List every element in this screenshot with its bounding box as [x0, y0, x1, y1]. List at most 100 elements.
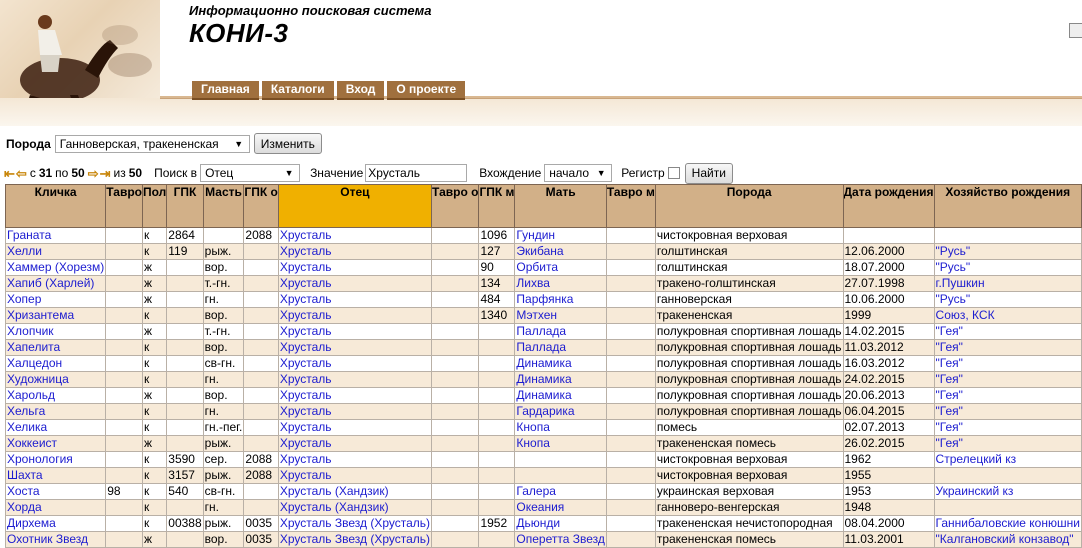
table-link[interactable]: Художница: [7, 373, 69, 387]
find-button[interactable]: Найти: [684, 162, 733, 184]
table-link[interactable]: Экибана: [516, 245, 563, 259]
breed-select[interactable]: Ганноверская, тракененская ▼: [54, 134, 250, 153]
table-link[interactable]: Мэтхен: [516, 309, 557, 323]
search-value-input[interactable]: Хрусталь: [365, 164, 468, 182]
table-cell: т.-гн.: [202, 275, 245, 292]
column-header[interactable]: ГПК: [166, 184, 204, 228]
table-link[interactable]: Хрусталь: [280, 373, 332, 387]
register-checkbox[interactable]: [667, 167, 680, 179]
table-link[interactable]: Динамика: [516, 357, 571, 371]
table-link[interactable]: Хаммер (Хорезм): [7, 261, 104, 275]
table-cell: полукровная спортивная лошадь: [654, 403, 844, 420]
table-link[interactable]: Шахта: [7, 469, 43, 483]
nav-about[interactable]: О проекте: [387, 81, 466, 100]
table-link[interactable]: Хрусталь: [280, 277, 332, 291]
column-header[interactable]: Кличка: [4, 184, 107, 228]
table-link[interactable]: Хельга: [7, 405, 45, 419]
table-link[interactable]: Хоста: [7, 485, 40, 499]
table-link[interactable]: Хапиб (Харлей): [7, 277, 94, 291]
scrollbar-button[interactable]: [1069, 23, 1082, 38]
table-link[interactable]: Хрусталь (Хандзик): [280, 501, 389, 515]
change-breed-button[interactable]: Изменить: [253, 133, 322, 154]
table-link[interactable]: Паллада: [516, 341, 566, 355]
table-link[interactable]: Хрусталь: [280, 469, 332, 483]
table-link[interactable]: Хрусталь: [280, 437, 332, 451]
table-link[interactable]: Хоккеист: [7, 437, 57, 451]
search-field-select[interactable]: Отец ▼: [200, 164, 301, 182]
table-link[interactable]: Хрусталь: [280, 389, 332, 403]
table-link[interactable]: Хризантема: [7, 309, 74, 323]
table-cell: Мэтхен: [514, 307, 607, 324]
prev-page-icon[interactable]: ⇦: [16, 167, 27, 180]
table-link[interactable]: Динамика: [516, 373, 571, 387]
table-link[interactable]: Халцедон: [7, 357, 62, 371]
column-header[interactable]: Дата рождения: [842, 184, 935, 228]
table-cell: к: [141, 467, 168, 484]
table-link[interactable]: Хапелита: [7, 341, 60, 355]
table-link[interactable]: Кнопа: [516, 437, 549, 451]
table-link[interactable]: Хлопчик: [7, 325, 54, 339]
table-link[interactable]: Хрусталь: [280, 341, 332, 355]
table-link[interactable]: Хронология: [7, 453, 73, 467]
column-header[interactable]: Хозяйство рождения: [933, 184, 1082, 228]
table-link[interactable]: Хелли: [7, 245, 42, 259]
table-link[interactable]: Хорда: [7, 501, 42, 515]
table-link[interactable]: Гундин: [516, 229, 555, 243]
table-link[interactable]: Хрусталь: [280, 453, 332, 467]
table-cell: Океания: [514, 499, 607, 516]
table-link[interactable]: Хрусталь (Хандзик): [280, 485, 389, 499]
table-link[interactable]: Хелика: [7, 421, 47, 435]
table-link[interactable]: Хрусталь Звезд (Хрусталь): [280, 533, 430, 547]
table-link[interactable]: Граната: [7, 229, 51, 243]
table-link[interactable]: Океания: [516, 501, 564, 515]
table-link[interactable]: Галера: [516, 485, 556, 499]
table-link[interactable]: Хрусталь Звезд (Хрусталь): [280, 517, 430, 531]
table-link[interactable]: Динамика: [516, 389, 571, 403]
table-link[interactable]: Лихва: [516, 277, 550, 291]
first-page-icon[interactable]: ⇤: [4, 167, 15, 180]
table-cell: голштинская: [654, 259, 844, 276]
nav-home[interactable]: Главная: [192, 81, 259, 100]
table-link[interactable]: Хопер: [7, 293, 41, 307]
table-link[interactable]: Хрусталь: [280, 325, 332, 339]
column-header[interactable]: ГПК о: [243, 184, 279, 228]
table-link[interactable]: Дирхема: [7, 517, 56, 531]
table-link[interactable]: Хрусталь: [280, 309, 332, 323]
table-cell: Стрелецкий кз: [933, 451, 1082, 468]
table-link[interactable]: Хрусталь: [280, 421, 332, 435]
table-link[interactable]: Паллада: [516, 325, 566, 339]
column-header[interactable]: Тавро: [105, 184, 143, 228]
next-page-icon[interactable]: ⇨: [88, 167, 99, 180]
table-link[interactable]: Кнопа: [516, 421, 549, 435]
table-link[interactable]: Хрусталь: [280, 229, 332, 243]
table-link[interactable]: Охотник Звезд: [7, 533, 88, 547]
entry-label: Вхождение: [479, 166, 542, 180]
column-header[interactable]: Мать: [514, 184, 607, 228]
table-link[interactable]: Орбита: [516, 261, 558, 275]
last-page-icon[interactable]: ⇥: [100, 167, 111, 180]
table-link[interactable]: Харольд: [7, 389, 55, 403]
table-cell: [105, 515, 143, 532]
table-link[interactable]: Оперетта Звезд: [516, 533, 604, 547]
table-link[interactable]: Хрусталь: [280, 261, 332, 275]
table-link[interactable]: Дьюнди: [516, 517, 560, 531]
table-link[interactable]: Хрусталь: [280, 405, 332, 419]
column-header[interactable]: Пол: [141, 184, 168, 228]
column-header[interactable]: Порода: [654, 184, 844, 228]
table-link[interactable]: Хрусталь: [280, 293, 332, 307]
table-link[interactable]: Хрусталь: [280, 245, 332, 259]
column-header[interactable]: Тавро о: [431, 184, 480, 228]
entry-select[interactable]: начало ▼: [544, 164, 613, 182]
table-link[interactable]: Парфянка: [516, 293, 573, 307]
nav-catalogs[interactable]: Каталоги: [261, 81, 334, 100]
column-header[interactable]: Тавро м: [605, 184, 656, 228]
table-cell: 119: [166, 243, 204, 260]
pager-to-label: по: [55, 166, 69, 180]
nav-login[interactable]: Вход: [336, 81, 385, 100]
column-header[interactable]: Отец: [277, 184, 433, 228]
column-header[interactable]: Масть: [202, 184, 245, 228]
table-link[interactable]: Гардарика: [516, 405, 574, 419]
column-header[interactable]: ГПК м: [478, 184, 516, 228]
table-cell: ж: [141, 259, 168, 276]
table-link[interactable]: Хрусталь: [280, 357, 332, 371]
